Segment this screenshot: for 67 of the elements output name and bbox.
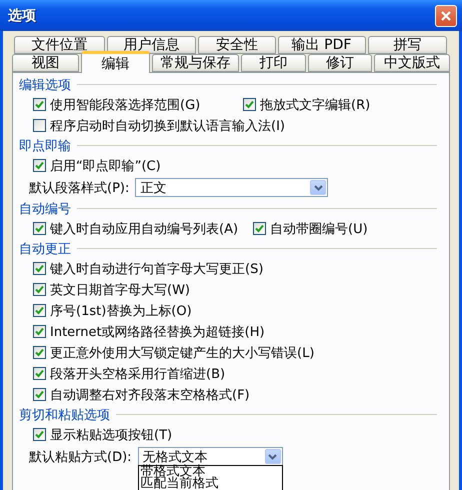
checkbox[interactable] [33, 304, 46, 317]
check-icon [35, 264, 44, 273]
tab[interactable]: 中文版式 [374, 54, 450, 72]
checkbox[interactable] [33, 119, 46, 132]
check-icon [35, 430, 44, 439]
checkbox-label: 键入时自动进行句首字母大写更正(S) [50, 260, 264, 278]
window-title: 选项 [8, 6, 36, 24]
section-title: 自动更正 [19, 240, 71, 258]
checkbox-label: 显示粘贴选项按钮(T) [50, 426, 172, 444]
checkbox[interactable] [33, 262, 46, 275]
checkbox-label: 自动带圈编号(U) [270, 220, 368, 238]
checkbox-label: 英文日期首字母大写(W) [50, 282, 190, 298]
field-label: 默认段落样式(P): [29, 180, 130, 196]
checkbox[interactable] [33, 388, 46, 401]
check-icon [35, 224, 44, 233]
check-icon [35, 327, 44, 336]
checkbox[interactable] [33, 222, 46, 235]
check-icon [35, 348, 44, 357]
tab[interactable]: 编辑 [80, 51, 150, 73]
chevron-down-icon [314, 184, 323, 190]
tab[interactable]: 打印 [241, 54, 306, 72]
checkbox-label: Internet或网络路径替换为超链接(H) [50, 324, 265, 340]
checkbox-label: 程序启动时自动切换到默认语言输入法(I) [50, 118, 285, 134]
dropdown-field[interactable]: 无格式文本 [138, 447, 283, 466]
checkbox-label: 拖放式文字编辑(R) [260, 96, 370, 114]
checkbox[interactable] [33, 325, 46, 338]
tab[interactable]: 用户信息 [107, 36, 196, 54]
section-title: 自动编号 [19, 200, 71, 218]
tab[interactable]: 修订 [308, 54, 372, 72]
checkbox[interactable] [33, 367, 46, 380]
field-label: 默认粘贴方式(D): [29, 448, 132, 466]
dropdown-option[interactable]: 匹配当前格式 [138, 478, 282, 490]
checkbox-label: 段落开头空格采用行首缩进(B) [50, 366, 226, 382]
checkbox[interactable] [33, 159, 46, 172]
checkbox-label: 自动调整右对齐段落末空格格式(F) [50, 386, 250, 404]
check-icon [35, 369, 44, 378]
check-icon [35, 390, 44, 399]
tab[interactable]: 文件位置 [14, 36, 105, 54]
checkbox[interactable] [243, 98, 256, 111]
tab[interactable]: 常规与保存 [152, 54, 240, 72]
dropdown-field[interactable]: 正文 [135, 178, 328, 197]
chevron-down-icon [268, 454, 278, 460]
check-icon [35, 285, 44, 294]
tab[interactable]: 视图 [12, 54, 79, 72]
tab[interactable]: 安全性 [198, 36, 276, 54]
checkbox[interactable] [33, 283, 46, 296]
section-title: 编辑选项 [19, 76, 71, 94]
checkbox-label: 更正意外使用大写锁定键产生的大小写错误(L) [50, 344, 314, 362]
check-icon [35, 161, 44, 170]
tab[interactable]: 输出 PDF [278, 36, 366, 54]
close-icon [440, 10, 452, 22]
checkbox-label: 序号(1st)替换为上标(O) [50, 302, 192, 320]
checkbox-label: 键入时自动应用自动编号列表(A) [50, 220, 238, 238]
section-title: 剪切和粘贴选项 [19, 406, 110, 424]
checkbox[interactable] [33, 98, 46, 111]
checkbox[interactable] [253, 222, 266, 235]
section-title: 即点即输 [19, 138, 71, 154]
close-button[interactable] [435, 4, 457, 26]
check-icon [35, 100, 44, 109]
checkbox-label: 启用“即点即输”(C) [50, 158, 161, 174]
check-icon [245, 100, 254, 109]
checkbox[interactable] [33, 346, 46, 359]
tab[interactable]: 拼写 [368, 36, 447, 54]
check-icon [255, 224, 264, 233]
checkbox-label: 使用智能段落选择范围(G) [50, 96, 200, 114]
check-icon [35, 306, 44, 315]
checkbox[interactable] [33, 428, 46, 441]
